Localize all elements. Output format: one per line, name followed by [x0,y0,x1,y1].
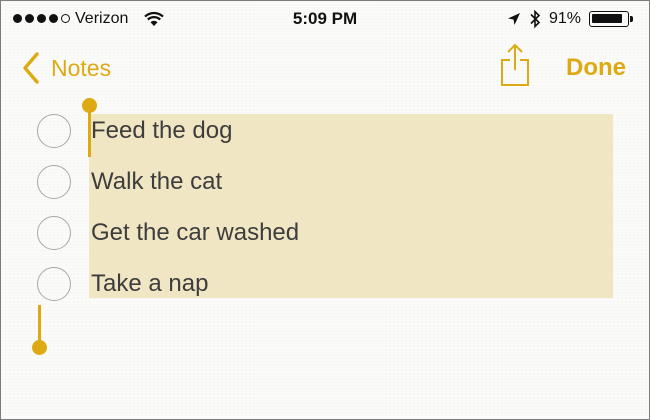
checklist-item: Feed the dog [1,105,649,155]
back-to-notes-button[interactable]: Notes [21,51,111,85]
chevron-left-icon [23,52,39,84]
checkbox-circle[interactable] [37,165,71,199]
bluetooth-icon [530,9,541,29]
battery-icon [589,11,629,27]
checklist-item: Get the car washed [1,207,649,257]
selection-start-caret [88,109,91,157]
share-icon[interactable] [500,43,530,87]
location-arrow-icon [508,13,520,25]
checklist-item-text[interactable]: Walk the cat [91,168,222,196]
notes-screen: Verizon 5:09 PM 91% Notes Done Feed the … [0,0,650,420]
battery-level-fill [592,14,622,23]
battery-tip [630,16,633,22]
back-button-label: Notes [51,54,112,81]
checklist-item-text[interactable]: Feed the dog [91,117,232,145]
selection-end-caret [38,305,41,345]
checklist-item-text[interactable]: Take a nap [91,270,208,298]
battery-percentage: 91% [549,10,582,27]
checklist-item-text[interactable]: Get the car washed [91,219,299,247]
checklist-item: Walk the cat [1,156,649,206]
checklist-item: Take a nap [1,258,649,308]
status-bar: Verizon 5:09 PM 91% [1,1,649,37]
checkbox-circle[interactable] [37,114,71,148]
done-button[interactable]: Done [566,54,626,82]
checkbox-circle[interactable] [37,216,71,250]
selection-end-handle[interactable] [32,340,47,355]
checkbox-circle[interactable] [37,267,71,301]
